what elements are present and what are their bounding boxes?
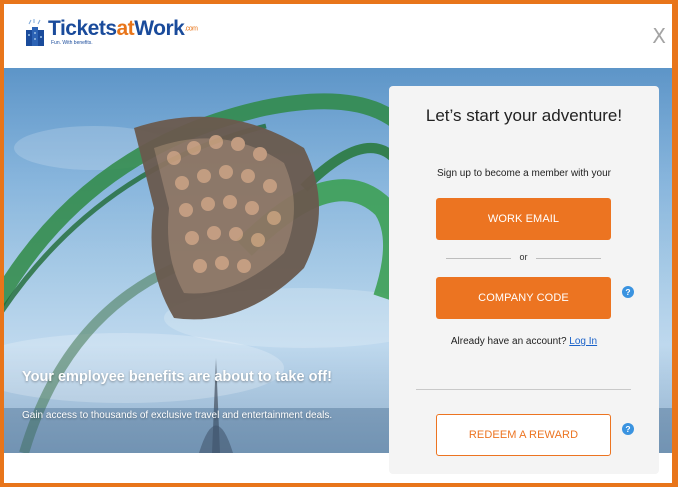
signup-card: Let’s start your adventure! Sign up to b… (389, 86, 659, 474)
signup-prompt: Sign up to become a member with your (437, 168, 611, 179)
ticketsatwork-logo[interactable]: TicketsatWork.com Fun. With benefits. (24, 17, 198, 48)
brand-name-work: Work (134, 17, 185, 40)
modal-header: TicketsatWork.com Fun. With benefits. X (4, 4, 672, 68)
close-icon[interactable]: X (652, 26, 666, 46)
or-divider: or (446, 252, 601, 264)
or-line-right (536, 258, 601, 259)
work-email-button[interactable]: WORK EMAIL (436, 198, 611, 240)
redeem-help-icon[interactable]: ? (622, 423, 634, 435)
or-label: or (519, 252, 528, 262)
ticket-stack-logo-icon (24, 18, 46, 48)
redeem-reward-button[interactable]: REDEEM A REWARD (436, 414, 611, 456)
brand-name: TicketsatWork.com (48, 17, 198, 40)
account-prefix: Already have an account? (450, 336, 567, 347)
company-code-button[interactable]: COMPANY CODE (436, 277, 611, 319)
company-code-help-icon[interactable]: ? (622, 286, 634, 298)
login-link[interactable]: Log In (569, 336, 597, 347)
brand-name-at: at (116, 17, 135, 40)
card-divider (416, 389, 631, 390)
brand-name-tickets: Tickets (48, 17, 117, 40)
brand-tagline: Fun. With benefits. (51, 40, 93, 47)
account-line: Already have an account? Log In (389, 336, 659, 347)
hero-subtitle: Gain access to thousands of exclusive tr… (22, 410, 333, 421)
hero-title: Your employee benefits are about to take… (22, 369, 332, 385)
signup-title: Let’s start your adventure! (425, 106, 623, 125)
brand-name-suffix: .com (184, 25, 198, 33)
